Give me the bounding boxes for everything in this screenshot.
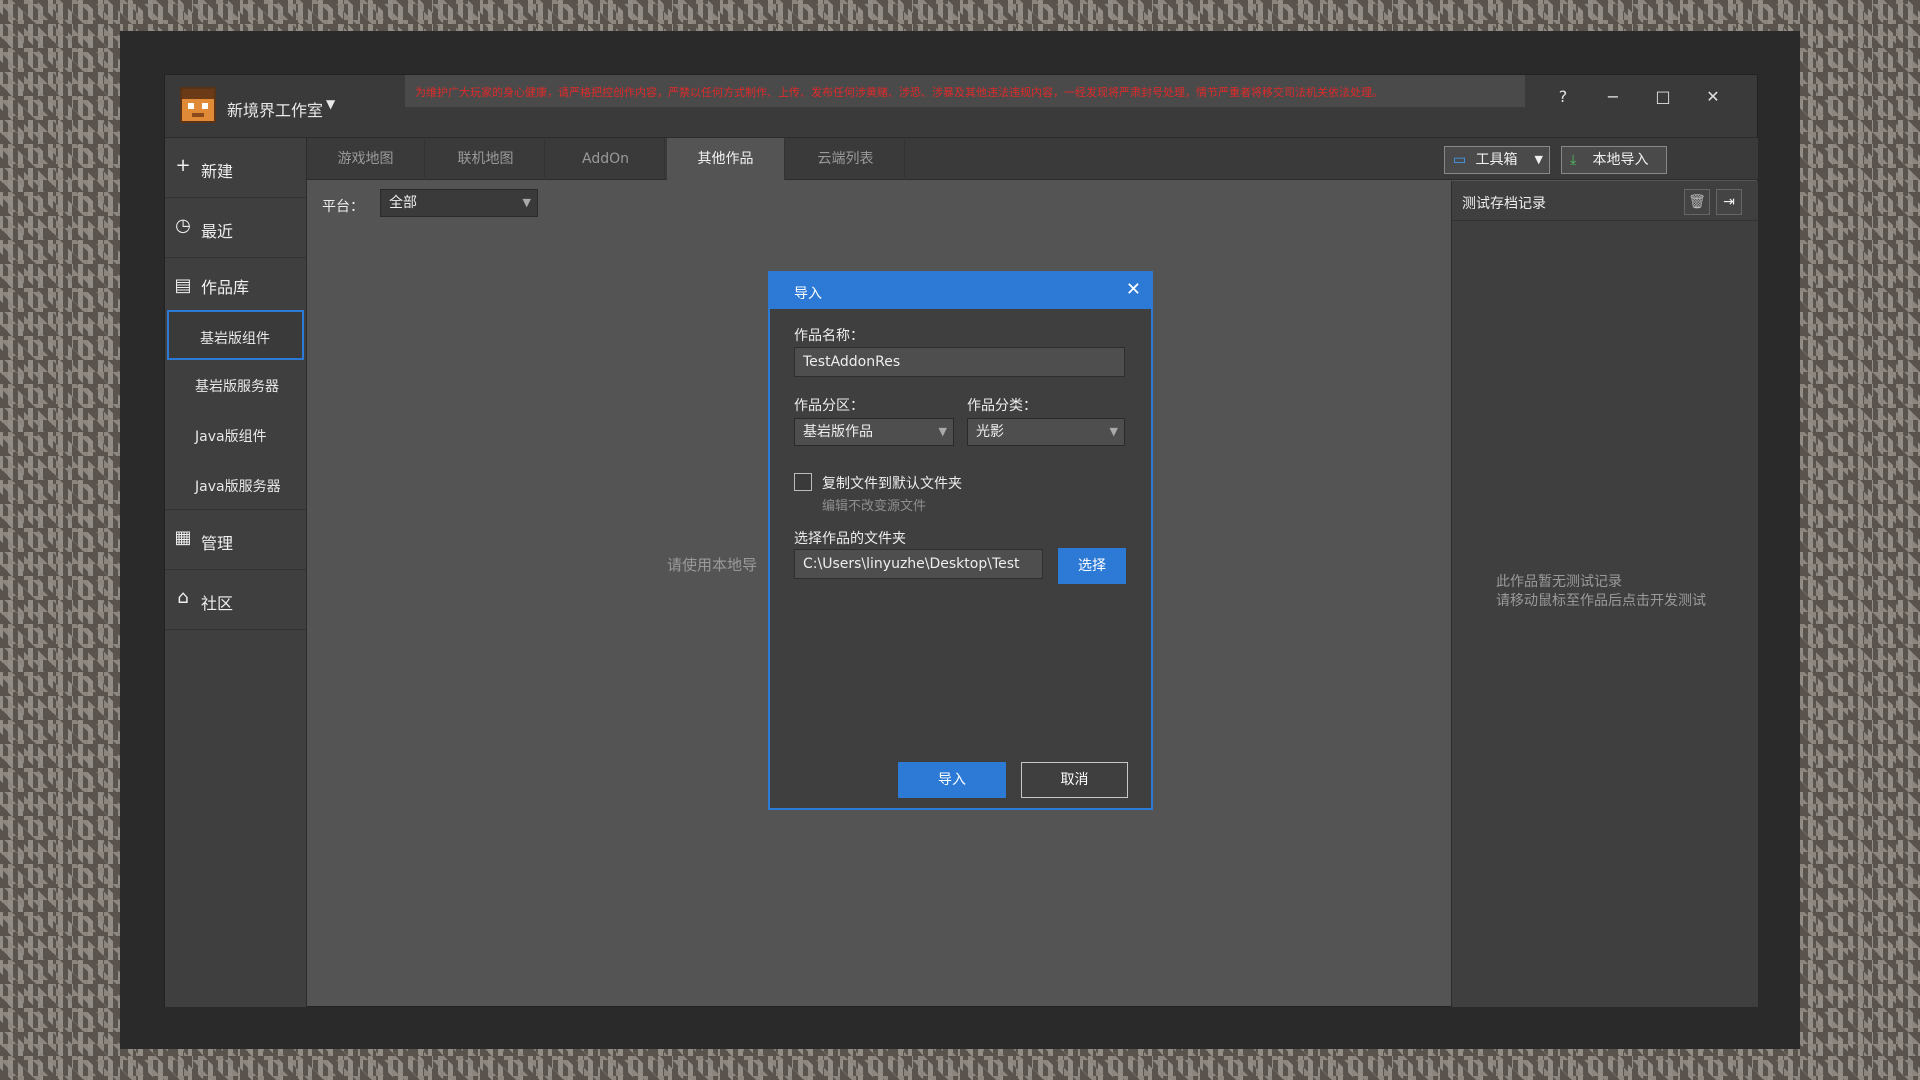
- minimize-icon[interactable]: −: [1593, 83, 1633, 111]
- sidebar-item-library[interactable]: ▤ 作品库: [165, 258, 306, 310]
- sidebar-item-label: 社区: [201, 594, 234, 613]
- tab-addon[interactable]: AddOn: [547, 138, 665, 180]
- local-import-button[interactable]: ⤓ 本地导入: [1561, 146, 1667, 174]
- sidebar-item-label: Java版服务器: [195, 479, 281, 495]
- work-section-label: 作品分区：: [794, 398, 864, 414]
- sidebar-item-label: 最近: [201, 222, 234, 241]
- dashboard-icon: ▦: [174, 527, 192, 548]
- collapse-panel-icon[interactable]: ⇥: [1716, 189, 1742, 215]
- sidebar-item-new[interactable]: + 新建: [165, 138, 306, 198]
- work-name-label: 作品名称：: [794, 328, 864, 344]
- tab-other-works[interactable]: 其他作品: [667, 138, 785, 180]
- chevron-down-icon: ▼: [938, 425, 947, 438]
- sidebar-item-label: 作品库: [201, 278, 250, 297]
- chevron-down-icon: ▼: [522, 196, 531, 209]
- sidebar-item-bedrock-server[interactable]: 基岩版服务器: [165, 360, 306, 410]
- work-name-input[interactable]: TestAddonRes: [794, 347, 1125, 377]
- studio-dropdown-icon[interactable]: ▼: [326, 97, 335, 111]
- work-category-value: 光影: [976, 424, 1004, 440]
- help-icon[interactable]: ?: [1543, 83, 1583, 111]
- close-icon[interactable]: ✕: [1126, 279, 1141, 300]
- dialog-title-bar: 导入 ✕: [770, 273, 1151, 309]
- notice-bar: 为维护广大玩家的身心健康，请严格把控创作内容，严禁以任何方式制作、上传、发布任何…: [405, 75, 1525, 107]
- platform-filter-value: 全部: [389, 195, 417, 211]
- studio-name[interactable]: 新境界工作室: [227, 97, 323, 121]
- platform-filter-label: 平台：: [322, 199, 364, 215]
- sidebar-item-label: 基岩版服务器: [195, 379, 279, 395]
- sidebar-item-manage[interactable]: ▦ 管理: [165, 510, 306, 570]
- chevron-down-icon: ▼: [1109, 425, 1118, 438]
- maximize-icon[interactable]: □: [1643, 83, 1683, 111]
- home-icon: ⌂: [177, 587, 189, 608]
- notice-text: 为维护广大玩家的身心健康，请严格把控创作内容，严禁以任何方式制作、上传、发布任何…: [415, 86, 1383, 99]
- copy-to-default-label[interactable]: 复制文件到默认文件夹: [822, 473, 962, 493]
- sidebar-item-bedrock-addon[interactable]: 基岩版组件: [167, 310, 304, 360]
- tab-online-map[interactable]: 联机地图: [427, 138, 545, 180]
- work-section-value: 基岩版作品: [803, 424, 873, 440]
- sidebar-item-label: 管理: [201, 534, 234, 553]
- cancel-button[interactable]: 取消: [1021, 762, 1128, 798]
- work-category-label: 作品分类：: [967, 398, 1037, 414]
- folder-label: 选择作品的文件夹: [794, 531, 906, 547]
- choose-folder-button[interactable]: 选择: [1058, 548, 1126, 584]
- sidebar-item-java-server[interactable]: Java版服务器: [165, 460, 306, 510]
- toolbox-icon: ▭: [1453, 152, 1467, 168]
- chevron-down-icon: ▼: [1534, 153, 1543, 166]
- test-record-empty-line2: 请移动鼠标至作品后点击开发测试: [1496, 593, 1706, 609]
- test-record-empty: 此作品暂无测试记录 请移动鼠标至作品后点击开发测试: [1496, 573, 1706, 611]
- import-dialog: 导入 ✕ 作品名称： TestAddonRes 作品分区： 基岩版作品 ▼ 作品…: [768, 271, 1153, 810]
- import-button[interactable]: 导入: [898, 762, 1006, 798]
- toolbox-label: 工具箱: [1475, 152, 1518, 168]
- test-record-empty-line1: 此作品暂无测试记录: [1496, 574, 1622, 590]
- tab-game-map[interactable]: 游戏地图: [307, 138, 425, 180]
- dialog-title: 导入: [794, 286, 822, 302]
- clock-icon: ◷: [175, 215, 191, 236]
- tab-bar: 游戏地图 联机地图 AddOn 其他作品 云端列表 ▭ 工具箱 ▼ ⤓ 本地导入: [307, 138, 1758, 180]
- main-empty-hint: 请使用本地导: [667, 556, 758, 574]
- sidebar-item-label: 基岩版组件: [200, 331, 270, 347]
- plus-icon: +: [175, 155, 191, 176]
- trash-icon[interactable]: 🗑: [1684, 189, 1710, 215]
- folder-path-input[interactable]: C:\Users\linyuzhe\Desktop\Test: [794, 549, 1043, 579]
- test-record-panel: 测试存档记录 🗑 ⇥ 此作品暂无测试记录 请移动鼠标至作品后点击开发测试: [1451, 181, 1758, 1007]
- title-bar: 新境界工作室 ▼ 为维护广大玩家的身心健康，请严格把控创作内容，严禁以任何方式制…: [165, 75, 1757, 138]
- copy-to-default-hint: 编辑不改变源文件: [822, 499, 927, 514]
- sidebar-item-community[interactable]: ⌂ 社区: [165, 570, 306, 630]
- sidebar-item-recent[interactable]: ◷ 最近: [165, 198, 306, 258]
- library-icon: ▤: [174, 275, 192, 296]
- studio-avatar-icon[interactable]: [180, 87, 216, 123]
- sidebar-item-label: Java版组件: [195, 429, 267, 445]
- sidebar-item-java-addon[interactable]: Java版组件: [165, 410, 306, 460]
- work-category-select[interactable]: 光影 ▼: [967, 418, 1125, 446]
- test-record-title: 测试存档记录: [1462, 196, 1546, 212]
- test-record-header: 测试存档记录 🗑 ⇥: [1452, 181, 1758, 221]
- platform-filter-select[interactable]: 全部 ▼: [380, 189, 538, 217]
- toolbox-button[interactable]: ▭ 工具箱 ▼: [1444, 146, 1550, 174]
- sidebar: + 新建 ◷ 最近 ▤ 作品库 基岩版组件 基岩版服务器 Java版组件 Jav…: [165, 138, 307, 1007]
- sidebar-item-label: 新建: [201, 162, 234, 181]
- work-section-select[interactable]: 基岩版作品 ▼: [794, 418, 954, 446]
- copy-to-default-checkbox[interactable]: [794, 473, 812, 491]
- tab-cloud-list[interactable]: 云端列表: [787, 138, 905, 180]
- local-import-label: 本地导入: [1592, 152, 1649, 168]
- download-icon: ⤓: [1570, 152, 1577, 168]
- close-icon[interactable]: ✕: [1693, 83, 1733, 111]
